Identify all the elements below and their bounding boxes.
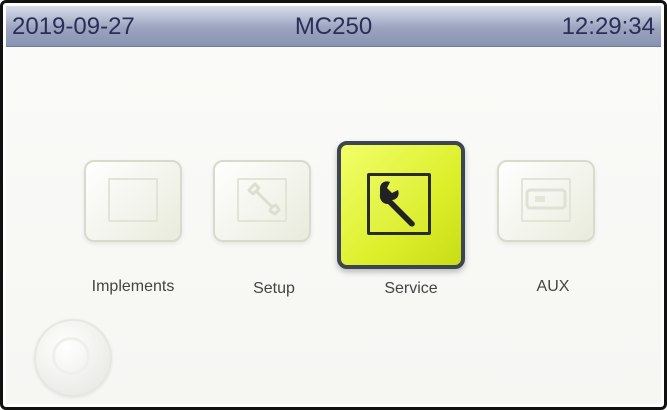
setup-wrench-icon bbox=[237, 178, 287, 222]
aux-label: AUX bbox=[536, 278, 570, 295]
service-button[interactable] bbox=[337, 141, 465, 269]
implements-button[interactable] bbox=[84, 160, 182, 242]
aux-icon bbox=[521, 178, 571, 222]
time-readout: 12:29:34 bbox=[561, 13, 655, 40]
implements-label: Implements bbox=[91, 278, 175, 295]
home-icon bbox=[52, 337, 90, 375]
service-wrench-icon bbox=[367, 173, 431, 235]
setup-button[interactable] bbox=[213, 160, 311, 242]
status-bar: 2019-09-27 MC250 12:29:34 bbox=[6, 6, 661, 47]
aux-button[interactable] bbox=[497, 160, 595, 242]
home-button[interactable] bbox=[34, 319, 112, 397]
setup-label: Setup bbox=[253, 280, 295, 297]
service-label: Service bbox=[384, 280, 438, 297]
display-frame: 2019-09-27 MC250 12:29:34 Implements Set… bbox=[0, 0, 667, 410]
main-menu: Implements Setup Service AUX bbox=[6, 47, 661, 404]
implements-icon bbox=[108, 178, 158, 222]
